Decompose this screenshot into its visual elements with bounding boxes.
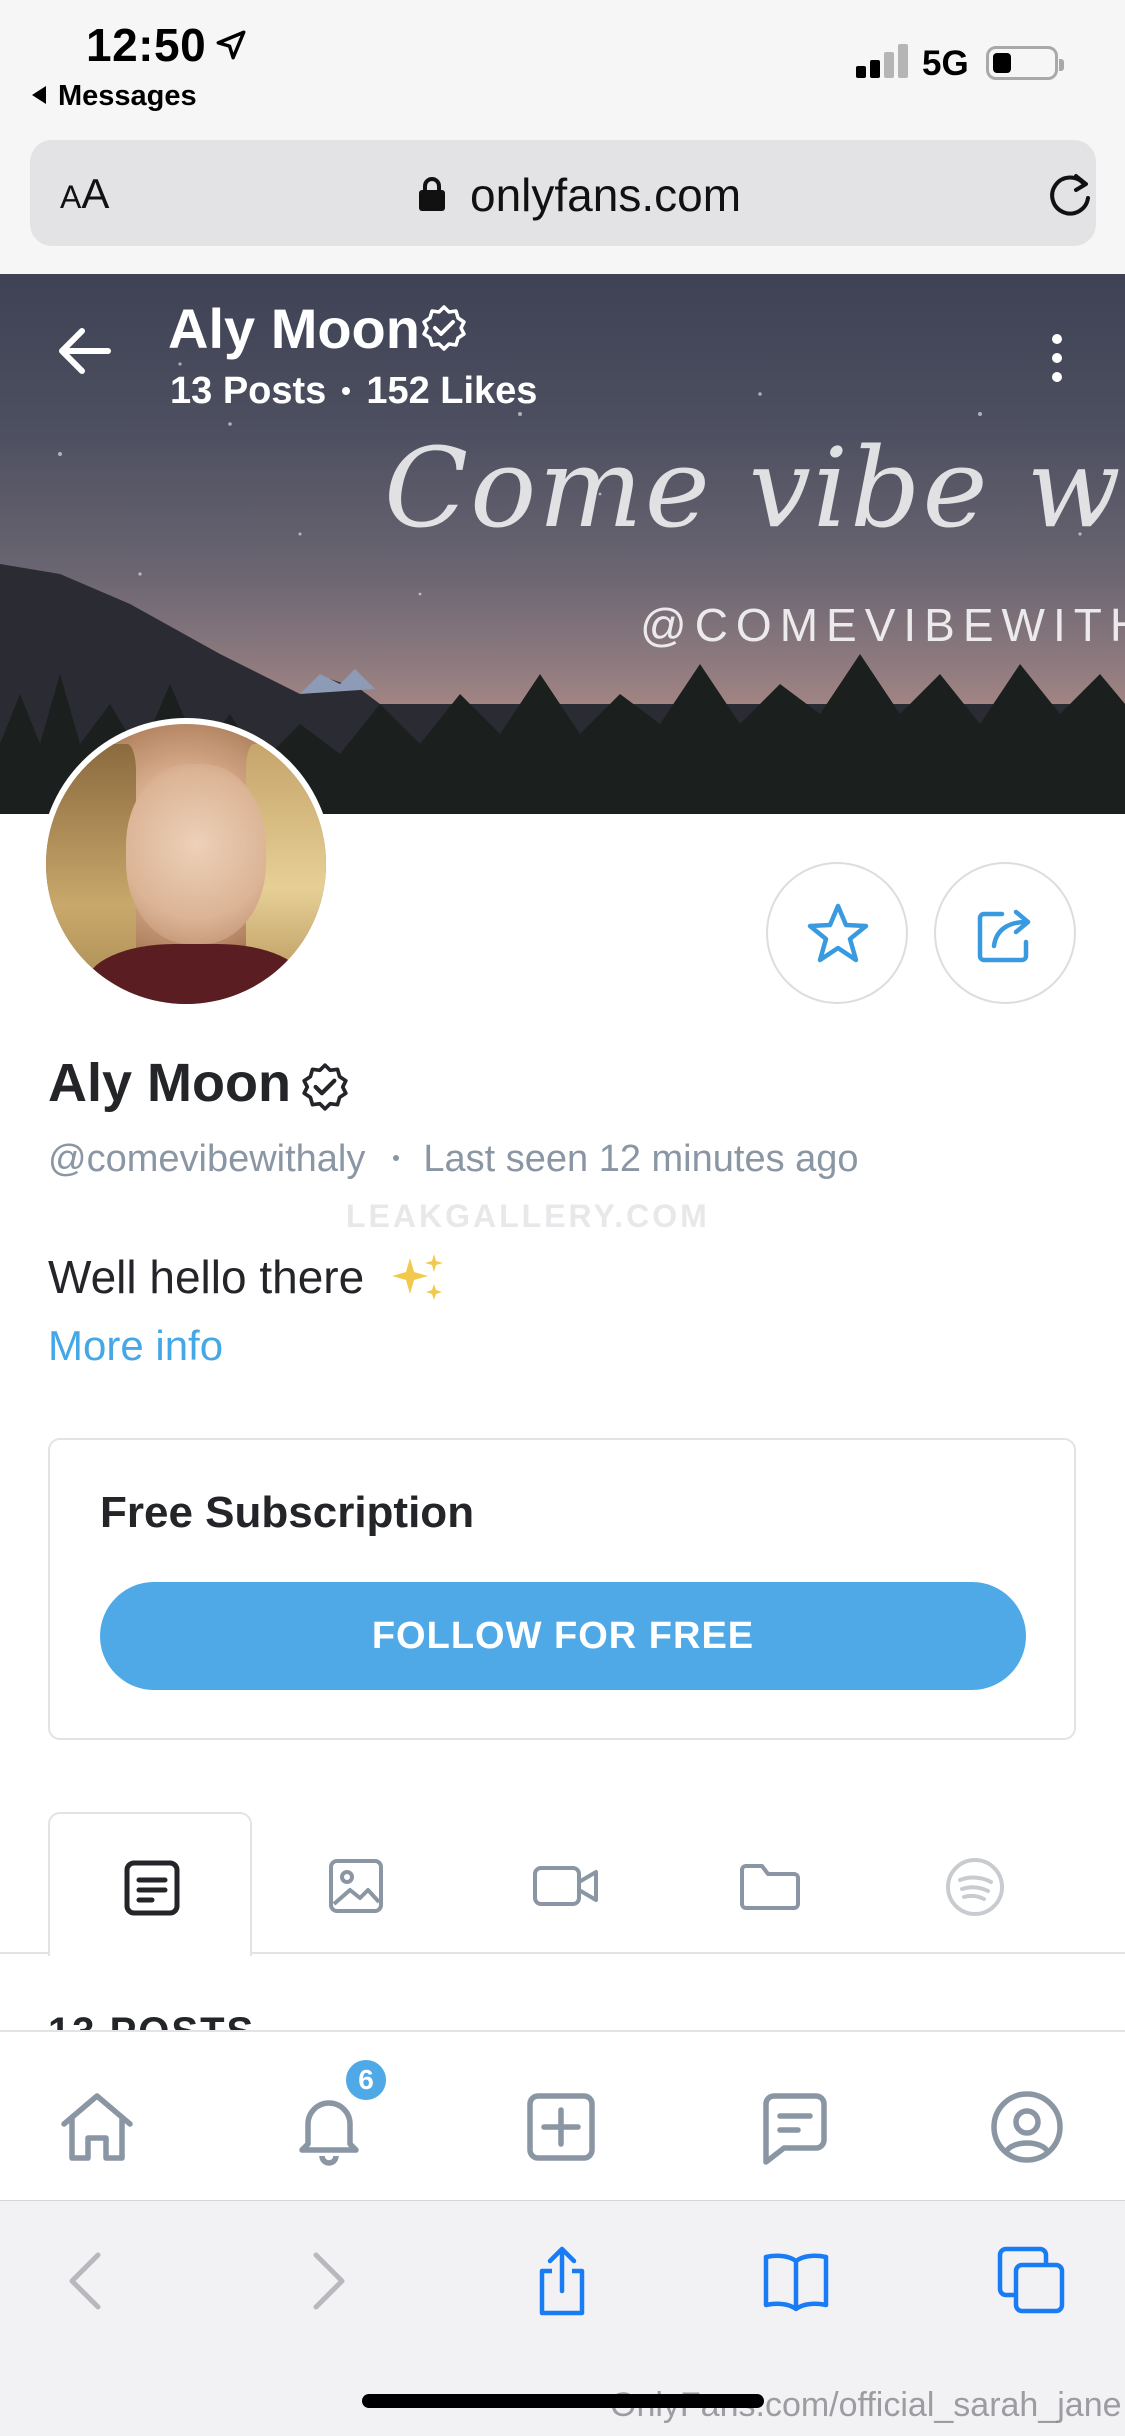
location-arrow-icon: [216, 30, 246, 60]
bookmarks-icon[interactable]: [760, 2245, 832, 2317]
battery-icon: [986, 46, 1064, 80]
home-icon[interactable]: [54, 2084, 140, 2170]
share-button[interactable]: [934, 862, 1076, 1004]
browser-forward-icon[interactable]: [290, 2245, 362, 2317]
more-info-link[interactable]: More info: [48, 1322, 223, 1370]
bottom-nav: [0, 2030, 1125, 2200]
posts-icon: [124, 1860, 180, 1916]
cover-script-text: Come vibe with: [384, 424, 1125, 552]
spotify-icon: [946, 1858, 1004, 1916]
browser-share-icon[interactable]: [526, 2245, 598, 2317]
profile-stats: 13 Posts 152 Likes: [170, 370, 537, 413]
folder-icon: [740, 1864, 800, 1910]
verified-badge-icon: [302, 1063, 348, 1111]
video-camera-icon: [533, 1866, 598, 1906]
favorite-button[interactable]: [766, 862, 908, 1004]
lock-icon: [419, 177, 445, 211]
follow-for-free-button[interactable]: FOLLOW FOR FREE: [100, 1582, 1026, 1690]
content-tabs: [0, 1812, 1125, 1956]
watermark-text: LEAKGALLERY.COM: [346, 1198, 710, 1234]
back-to-messages[interactable]: Messages: [32, 80, 197, 113]
cellular-signal-icon: [856, 42, 916, 78]
avatar[interactable]: [40, 718, 332, 1010]
address-bar[interactable]: AA onlyfans.com: [30, 140, 1096, 246]
likes-count: 152 Likes: [366, 370, 538, 412]
messages-icon[interactable]: [752, 2084, 838, 2170]
back-label: Messages: [58, 80, 197, 112]
clock: 12:50: [86, 19, 207, 71]
share-icon: [977, 909, 1031, 963]
tab-folders[interactable]: [666, 1812, 870, 1956]
back-triangle-icon: [32, 86, 46, 104]
username: @comevibewithaly: [48, 1138, 366, 1180]
image-icon: [329, 1859, 383, 1913]
posts-count-header: 13 POSTS: [48, 2010, 255, 2030]
tab-posts[interactable]: [48, 1812, 252, 1956]
add-post-icon[interactable]: [518, 2084, 604, 2170]
text-size-button[interactable]: AA: [60, 170, 109, 218]
posts-count: 13 Posts: [170, 370, 327, 412]
tabs-icon[interactable]: [996, 2245, 1068, 2317]
tab-spotify[interactable]: [872, 1812, 1076, 1956]
notifications-badge: 6: [342, 2056, 390, 2104]
bio-text: Well hello there: [48, 1251, 365, 1303]
subscription-card: Free Subscription FOLLOW FOR FREE: [48, 1438, 1076, 1740]
home-indicator[interactable]: [362, 2394, 764, 2408]
username-line: @comevibewithaly Last seen 12 minutes ago: [48, 1138, 859, 1181]
tab-photos[interactable]: [254, 1812, 458, 1956]
reload-icon[interactable]: [1044, 170, 1096, 222]
profile-name: Aly Moon: [48, 1053, 291, 1113]
star-icon: [807, 903, 869, 963]
browser-back-icon[interactable]: [52, 2245, 124, 2317]
url-text: onlyfans.com: [470, 169, 742, 221]
more-options-icon[interactable]: [1052, 334, 1064, 390]
tab-videos[interactable]: [460, 1812, 664, 1956]
sparkles-icon: [392, 1254, 443, 1300]
network-type: 5G: [922, 44, 969, 83]
profile-icon[interactable]: [984, 2084, 1070, 2170]
cover-handle-text: @COMEVIBEWITH: [640, 599, 1125, 651]
verified-badge-icon: [422, 305, 466, 351]
status-bar: 12:50 Messages 5G: [0, 0, 1125, 130]
subscription-title: Free Subscription: [100, 1488, 475, 1537]
back-arrow-icon[interactable]: [56, 326, 112, 376]
last-seen: Last seen 12 minutes ago: [423, 1138, 859, 1180]
cover-profile-name: Aly Moon: [168, 297, 420, 360]
browser-address-area: AA onlyfans.com: [0, 130, 1125, 274]
